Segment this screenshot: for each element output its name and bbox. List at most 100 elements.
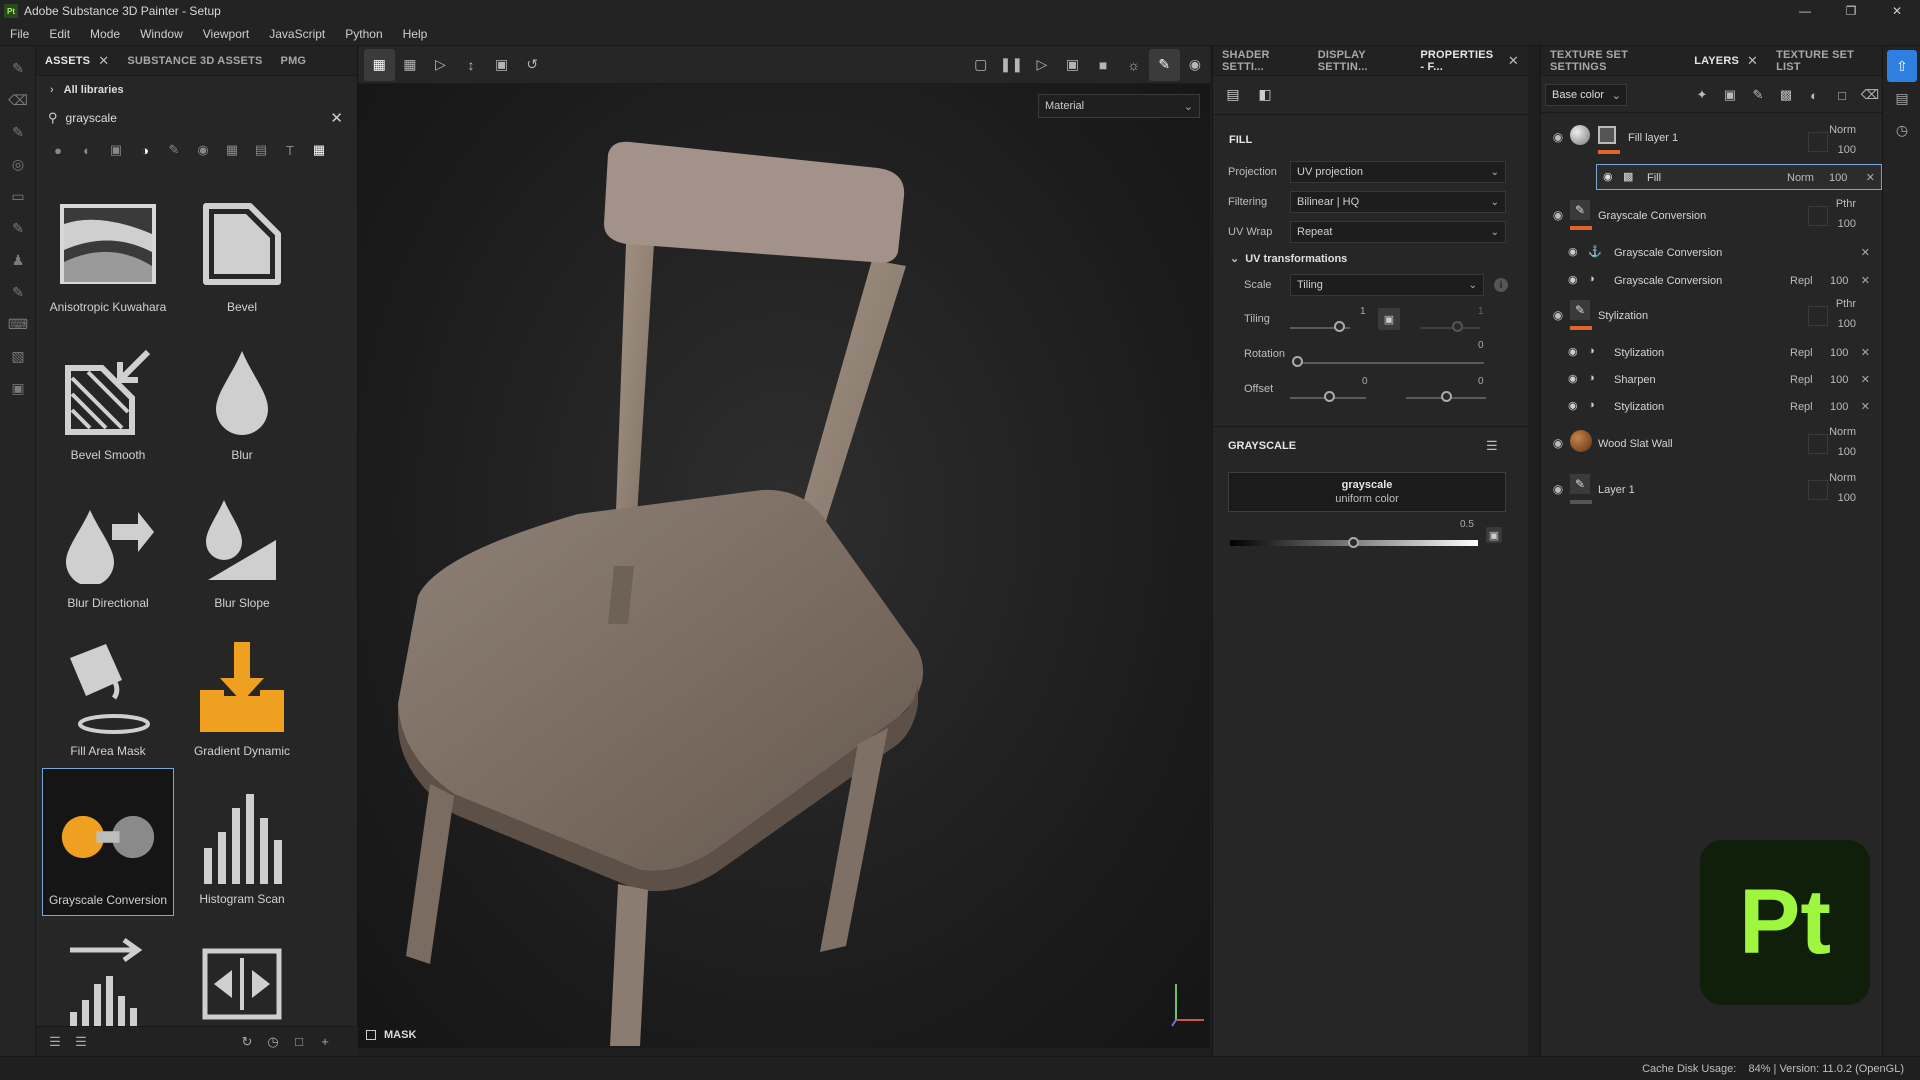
menu-help[interactable]: Help [393,27,438,41]
layer-opacity[interactable]: 100 [1838,446,1856,458]
eye-icon[interactable]: ◉ [1550,308,1566,322]
refresh-icon[interactable]: ↻ [234,1034,260,1050]
remove-icon[interactable]: ✕ [1861,246,1870,259]
effect-row[interactable]: ◉ ◑ Grayscale Conversion Repl 100 ✕ [1540,268,1882,294]
clear-search-icon[interactable]: ✕ [330,109,343,127]
uv-view-icon[interactable]: ▦ [364,48,395,81]
effect-row[interactable]: ◉ ◑ Stylization Repl 100 ✕ [1540,340,1882,366]
tab-display-settings[interactable]: DISPLAY SETTIN... [1309,46,1412,76]
menu-edit[interactable]: Edit [39,27,80,41]
projection-icon[interactable]: ✎ [0,116,36,148]
asset-fill-area-mask[interactable]: Fill Area Mask [42,620,174,768]
smart-masks-filter-icon[interactable]: ▣ [106,140,126,160]
blend-mode[interactable]: Norm [1829,124,1856,136]
close-tab-icon[interactable]: ✕ [98,53,109,69]
effect-row[interactable]: ◉ ⚓ Grayscale Conversion ✕ [1540,240,1882,266]
blend-mode[interactable]: Norm [1787,172,1814,184]
effect-opacity[interactable]: 100 [1830,401,1848,413]
add-fill-layer-icon[interactable]: ▩ [1775,84,1797,106]
asset-gradient-dynamic[interactable]: Gradient Dynamic [176,620,308,768]
info-icon[interactable]: i [1494,278,1508,292]
effect-row[interactable]: ◉ ◑ Stylization Repl 100 ✕ [1540,394,1882,420]
tab-texture-set-settings[interactable]: TEXTURE SET SETTINGS [1541,46,1685,76]
add-effect-icon[interactable]: ✦ [1691,84,1713,106]
uvwrap-dropdown[interactable]: Repeat ⌄ [1290,221,1506,243]
selection-icon[interactable]: ▷ [1027,49,1058,81]
blend-mode[interactable]: Repl [1790,401,1813,413]
layer-checkbox[interactable] [1808,480,1828,500]
clone-icon[interactable]: ♟ [0,244,36,276]
asset-histogram-scan[interactable]: Histogram Scan [176,768,308,916]
3d-mode-icon[interactable]: ▣ [1057,49,1088,81]
eraser-icon[interactable]: ⌫ [0,84,36,116]
layer-checkbox[interactable] [1808,434,1828,454]
eye-icon[interactable]: ◉ [1568,245,1578,258]
filtering-dropdown[interactable]: Bilinear | HQ ⌄ [1290,191,1506,213]
tools-filter-icon[interactable]: ▦ [222,140,242,160]
layer-row[interactable]: ◉ ✎ Layer 1 Norm 100 [1540,470,1882,508]
asset-blur-slope[interactable]: Blur Slope [176,472,308,620]
effect-row[interactable]: ◉ ◑ Sharpen Repl 100 ✕ [1540,367,1882,393]
particles-filter-icon[interactable]: ◉ [193,140,213,160]
grid-view-icon[interactable]: ▦ [395,49,426,81]
layer-checkbox[interactable] [1808,306,1828,326]
remove-icon[interactable]: ✕ [1866,171,1875,184]
export-icon[interactable]: ⇧ [1887,50,1917,82]
offset-x-slider-handle[interactable] [1324,391,1335,402]
eye-icon[interactable]: ◉ [1568,273,1578,286]
close-tab-icon[interactable]: ✕ [1508,53,1519,69]
tiling-slider-handle[interactable] [1334,321,1345,332]
restore-icon[interactable]: ❐ [1828,0,1874,22]
blend-mode[interactable]: Repl [1790,275,1813,287]
polygon-fill-icon[interactable]: ▭ [0,180,36,212]
menu-file[interactable]: File [0,27,39,41]
remove-icon[interactable]: ✕ [1861,346,1870,359]
hide-icon[interactable]: ▢ [965,49,996,81]
layer-opacity[interactable]: 100 [1838,218,1856,230]
tab-layers[interactable]: LAYERS ✕ [1685,46,1767,76]
screenshot-icon[interactable]: ◉ [1180,49,1211,81]
paint-brush-icon[interactable]: ✎ [0,52,36,84]
blend-mode[interactable]: Pthr [1836,298,1856,310]
tab-shader-settings[interactable]: SHADER SETTI... [1213,46,1309,76]
channel-select[interactable]: Base color ⌄ [1545,84,1627,106]
lighting-icon[interactable]: ☼ [1118,49,1149,81]
projection-dropdown[interactable]: UV projection ⌄ [1290,161,1506,183]
close-tab-icon[interactable]: ✕ [1747,53,1758,69]
asset-blur-directional[interactable]: Blur Directional [42,472,174,620]
scale-dropdown[interactable]: Tiling ⌄ [1290,274,1484,296]
layer-checkbox[interactable] [1808,132,1828,152]
reset-view-icon[interactable]: ↺ [517,49,548,81]
delete-layer-icon[interactable]: ⌫ [1859,84,1881,106]
brush-mode-icon[interactable]: ✎ [1148,48,1180,81]
menu-python[interactable]: Python [335,27,392,41]
smudge-icon[interactable]: ✎ [0,212,36,244]
materials-filter-icon[interactable]: ● [48,140,68,160]
asset-anisotropic-kuwahara[interactable]: Anisotropic Kuwahara [42,176,174,324]
eye-icon[interactable]: ◉ [1603,170,1613,183]
rotation-slider-handle[interactable] [1292,356,1303,367]
add-folder-icon[interactable]: □ [1831,84,1853,106]
symmetry-icon[interactable]: ▷ [425,49,456,81]
geometry-mask-icon[interactable]: ◎ [0,148,36,180]
library-selector[interactable]: › All libraries [36,76,357,104]
tab-assets[interactable]: ASSETS ✕ [36,46,118,76]
asset-mirror[interactable] [176,916,308,1036]
search-input[interactable] [65,111,296,125]
blend-mode[interactable]: Pthr [1836,198,1856,210]
layer-row[interactable]: ◉ Wood Slat Wall Norm 100 [1540,424,1882,462]
eye-icon[interactable]: ◉ [1550,436,1566,450]
menu-javascript[interactable]: JavaScript [259,27,335,41]
menu-mode[interactable]: Mode [80,27,130,41]
remove-icon[interactable]: ✕ [1861,400,1870,413]
add-icon[interactable]: + [312,1034,338,1049]
camera-icon[interactable]: ■ [1088,49,1119,81]
textures-filter-icon[interactable]: ▤ [251,140,271,160]
picker-icon[interactable]: ✎ [0,276,36,308]
eye-icon[interactable]: ◉ [1568,345,1578,358]
randomize-icon[interactable]: ▣ [1486,527,1502,543]
asset-bevel-smooth[interactable]: Bevel Smooth [42,324,174,472]
frame-icon[interactable]: ▣ [486,49,517,81]
remove-icon[interactable]: ✕ [1861,274,1870,287]
layer-row[interactable]: ◉ ✎ Stylization Pthr 100 [1540,296,1882,334]
